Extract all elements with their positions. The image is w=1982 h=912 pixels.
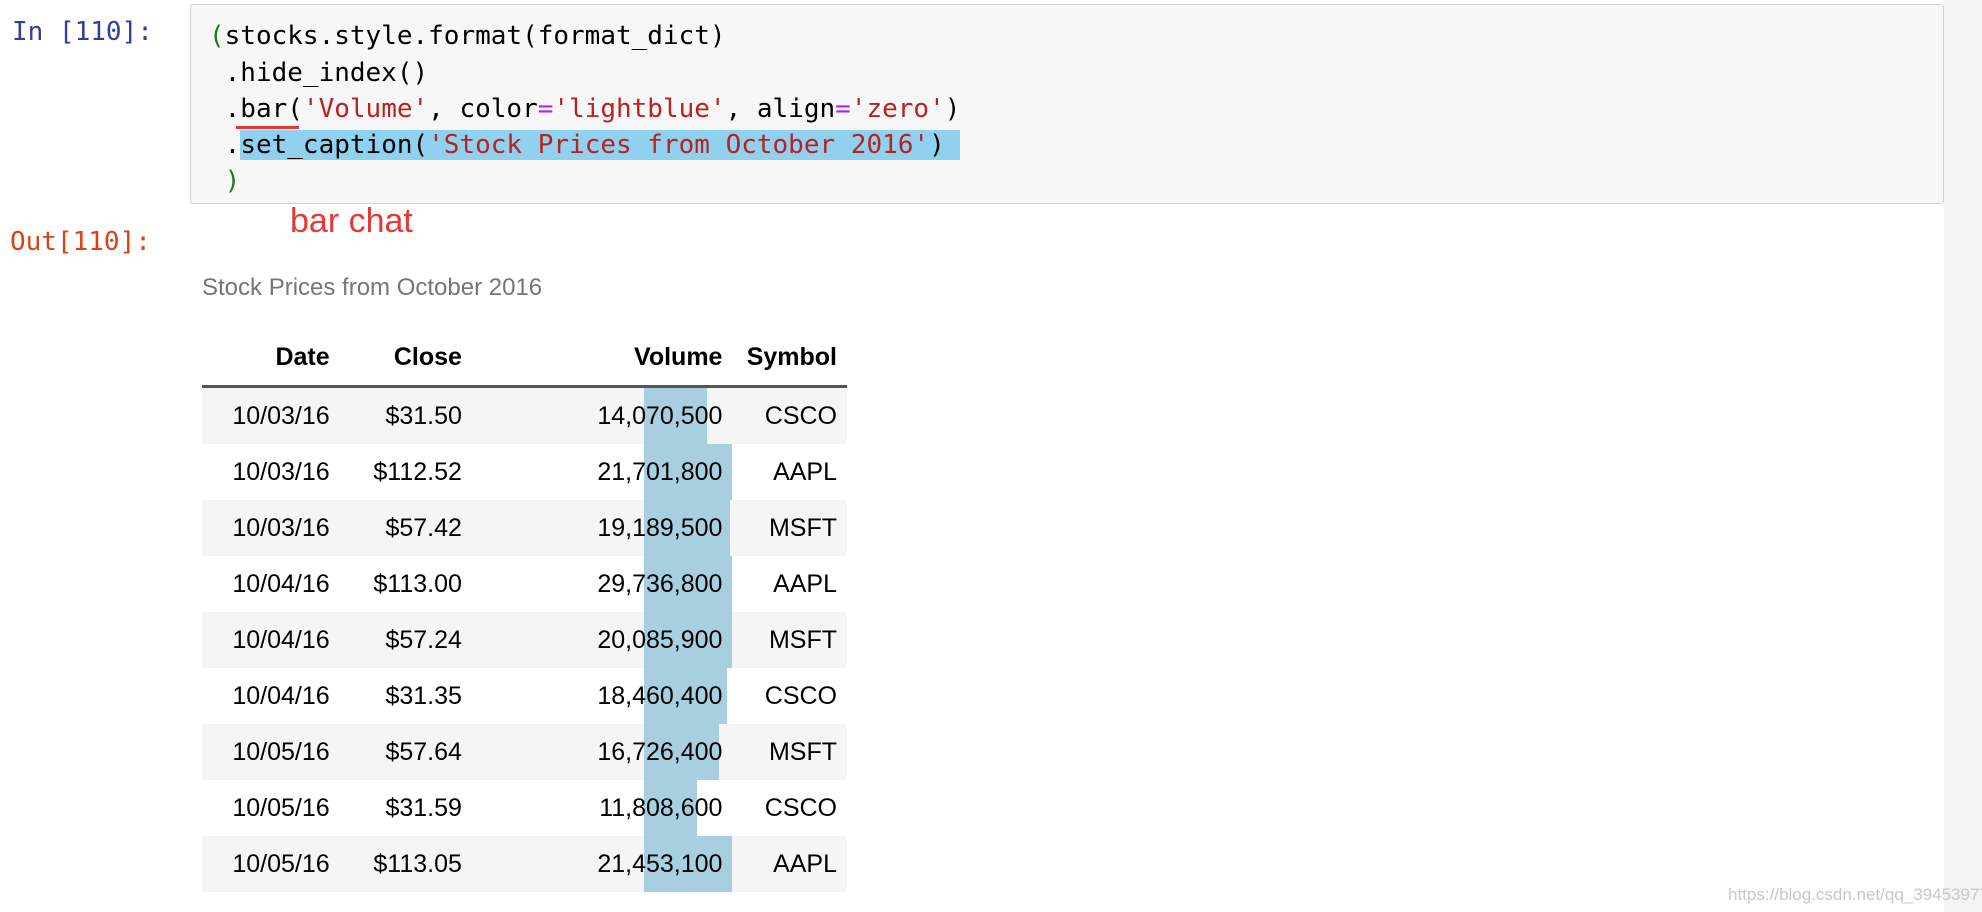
code-string: 'zero'	[850, 94, 945, 124]
stock-table: Date Close Volume Symbol 10/03/16 $31.50 1…	[202, 330, 847, 892]
volume-value: 18,460,400	[597, 681, 723, 710]
cell-volume: 20,085,900	[471, 612, 734, 668]
table-row: 10/03/16 $57.42 19,189,500 MSFT	[202, 500, 847, 556]
table-row: 10/03/16 $112.52 21,701,800 AAPL	[202, 444, 847, 500]
cell-close: $31.59	[339, 780, 472, 836]
cell-symbol: AAPL	[732, 556, 847, 612]
cell-date: 10/04/16	[202, 556, 340, 612]
column-header-date: Date	[202, 330, 340, 388]
cell-symbol: MSFT	[732, 724, 847, 780]
cell-symbol: MSFT	[732, 612, 847, 668]
table-row: 10/03/16 $31.50 14,070,500 CSCO	[202, 386, 847, 444]
cell-close: $57.64	[339, 724, 472, 780]
watermark: https://blog.csdn.net/qq_39453977	[1728, 885, 1982, 904]
cell-date: 10/03/16	[202, 386, 340, 444]
cell-volume: 21,701,800	[471, 444, 741, 500]
cell-symbol: AAPL	[732, 444, 847, 500]
code-token: , color	[428, 94, 538, 124]
code-operator: =	[537, 94, 554, 124]
cell-close: $31.35	[339, 668, 472, 724]
cell-close: $112.52	[339, 444, 472, 500]
table-row: 10/05/16 $113.05 21,453,100 AAPL	[202, 836, 847, 892]
output-prompt: Out[110]:	[10, 227, 151, 257]
handwritten-annotation: bar chat	[290, 202, 413, 240]
code-string: 'lightblue'	[553, 94, 726, 124]
table-row: 10/05/16 $57.64 16,726,400 MSFT	[202, 724, 847, 780]
code-line-4: .set_caption('Stock Prices from October …	[209, 128, 961, 162]
notebook-page: In [110]: (stocks.style.format(format_di…	[0, 0, 1982, 912]
code-token: .	[209, 130, 241, 160]
volume-value: 16,726,400	[597, 737, 723, 766]
cell-date: 10/05/16	[202, 724, 340, 780]
cell-volume: 11,808,600	[471, 780, 733, 836]
cell-date: 10/04/16	[202, 612, 340, 668]
volume-value: 19,189,500	[597, 513, 723, 542]
cell-date: 10/03/16	[202, 444, 340, 500]
cell-symbol: MSFT	[732, 500, 847, 556]
code-token: , align	[725, 94, 836, 124]
code-line-3: .bar('Volume', color='lightblue', align=…	[209, 92, 961, 126]
table-row: 10/04/16 $113.00 29,736,800 AAPL	[202, 556, 847, 612]
table-body: 10/03/16 $31.50 14,070,500 CSCO 10/03/16 $112…	[202, 386, 847, 892]
code-string: 'Stock Prices from October 2016'	[428, 130, 930, 160]
code-line-2: .hide_index()	[209, 58, 429, 88]
column-header-symbol: Symbol	[732, 330, 847, 388]
cell-volume: 19,189,500	[471, 500, 733, 556]
code-token: (	[209, 21, 225, 51]
volume-value: 20,085,900	[597, 625, 723, 654]
cell-close: $31.50	[339, 386, 472, 444]
table-row: 10/04/16 $57.24 20,085,900 MSFT	[202, 612, 847, 668]
styled-dataframe: Date Close Volume Symbol 10/03/16 $31.50 1…	[202, 330, 847, 892]
cell-date: 10/05/16	[202, 836, 340, 892]
table-row: 10/04/16 $31.35 18,460,400 CSCO	[202, 668, 847, 724]
volume-value: 29,736,800	[597, 569, 723, 598]
scrollbar-gutter[interactable]	[1944, 0, 1982, 912]
cell-volume: 18,460,400	[471, 668, 733, 724]
cell-close: $113.05	[339, 836, 472, 892]
code-line-5: )	[209, 166, 241, 196]
cell-close: $113.00	[339, 556, 472, 612]
cell-symbol: AAPL	[732, 836, 847, 892]
cell-volume: 16,726,400	[471, 724, 733, 780]
text-selection: set_caption('Stock Prices from October 2…	[240, 130, 961, 160]
column-header-volume: Volume	[471, 330, 733, 388]
cell-symbol: CSCO	[732, 386, 847, 444]
cell-volume: 29,736,800	[471, 556, 777, 612]
cell-volume: 21,453,100	[471, 836, 740, 892]
code-editor[interactable]: (stocks.style.format(format_dict) .hide_…	[190, 4, 1944, 204]
code-token: stocks.style.format(format_dict)	[224, 21, 726, 51]
code-token: )	[929, 130, 945, 160]
volume-value: 11,808,600	[599, 793, 723, 822]
code-operator: =	[835, 94, 851, 124]
code-string: 'Volume'	[302, 94, 429, 124]
cell-volume: 14,070,500	[471, 386, 733, 444]
code-token: )	[944, 94, 961, 124]
cell-symbol: CSCO	[732, 780, 847, 836]
code-line-1: (stocks.style.format(format_dict)	[209, 19, 726, 53]
volume-value: 21,453,100	[597, 849, 723, 878]
cell-close: $57.42	[339, 500, 472, 556]
table-header-row: Date Close Volume Symbol	[202, 330, 847, 388]
cell-date: 10/04/16	[202, 668, 340, 724]
code-token: set_caption(	[240, 130, 429, 160]
cell-date: 10/03/16	[202, 500, 340, 556]
cell-symbol: CSCO	[732, 668, 847, 724]
cell-date: 10/05/16	[202, 780, 340, 836]
volume-value: 14,070,500	[597, 401, 723, 430]
code-token: .bar(	[209, 94, 303, 124]
cell-close: $57.24	[339, 612, 472, 668]
volume-value: 21,701,800	[597, 457, 723, 486]
table-caption: Stock Prices from October 2016	[202, 274, 543, 301]
input-prompt: In [110]:	[12, 17, 153, 47]
column-header-close: Close	[339, 330, 472, 388]
table-row: 10/05/16 $31.59 11,808,600 CSCO	[202, 780, 847, 836]
